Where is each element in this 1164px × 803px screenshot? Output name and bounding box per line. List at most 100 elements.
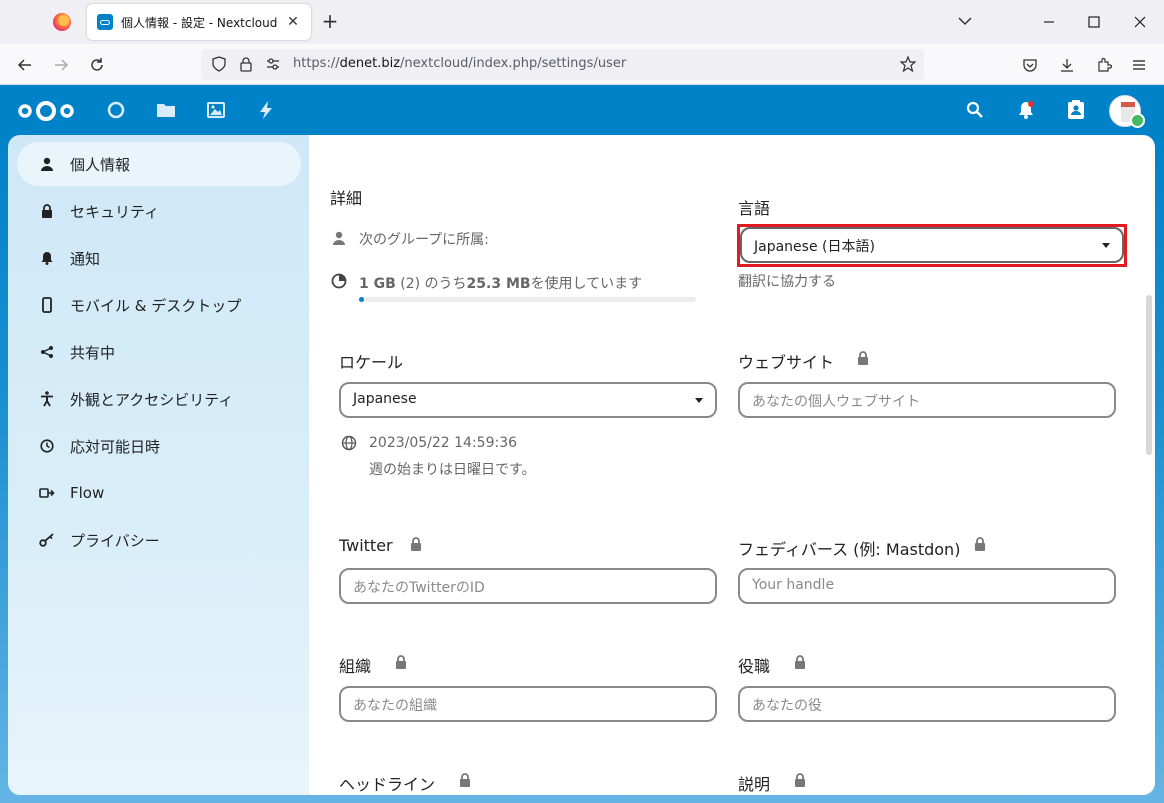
close-window-button[interactable]	[1128, 10, 1152, 34]
sidebar-item-label: 共有中	[70, 343, 116, 362]
sidebar-item-label: モバイル & デスクトップ	[70, 296, 242, 315]
quota-used: 25.3 MB	[466, 276, 531, 292]
visibility-lock-icon[interactable]	[410, 536, 422, 551]
flow-icon	[39, 485, 55, 501]
forward-button[interactable]	[48, 52, 74, 78]
extensions-icon[interactable]	[1091, 52, 1117, 78]
groups-label: 次のグループに所属:	[359, 232, 489, 248]
details-title: 詳細	[330, 189, 363, 208]
shield-icon[interactable]	[211, 56, 227, 76]
tab-title: 個人情報 - 設定 - Nextcloud	[121, 15, 278, 30]
bookmark-star-icon[interactable]	[899, 55, 917, 76]
firefox-view-tab[interactable]	[44, 6, 80, 38]
help-translate-link[interactable]: 翻訳に協力する	[738, 271, 836, 291]
url-path: /nextcloud/index.php/settings/user	[400, 56, 627, 71]
sidebar-item-sharing[interactable]: 共有中	[17, 330, 301, 374]
sidebar-item-availability[interactable]: 応対可能日時	[17, 424, 301, 468]
locale-select[interactable]: Japanese	[339, 382, 717, 418]
chevron-down-icon	[695, 398, 703, 403]
url-domain: denet.biz	[339, 56, 401, 71]
quota-count: (2)	[400, 276, 421, 292]
dashboard-icon[interactable]	[104, 98, 128, 122]
pocket-icon[interactable]	[1017, 52, 1043, 78]
language-title: 言語	[738, 199, 771, 218]
notifications-icon[interactable]	[1014, 98, 1038, 122]
bell-icon	[39, 250, 55, 266]
twitter-placeholder: あなたのTwitterのID	[353, 580, 485, 596]
sidebar-item-privacy[interactable]: プライバシー	[17, 518, 301, 562]
tab-list-chevron-down-icon[interactable]	[956, 12, 974, 30]
browser-tab-strip: 個人情報 - 設定 - Nextcloud ✕ +	[0, 0, 1164, 44]
quota-middle: のうち	[420, 276, 467, 292]
role-input[interactable]: あなたの役	[738, 686, 1116, 722]
downloads-icon[interactable]	[1054, 52, 1080, 78]
reload-button[interactable]	[84, 52, 110, 78]
sidebar-item-label: 個人情報	[70, 155, 131, 174]
new-tab-button[interactable]: +	[318, 10, 342, 34]
sidebar-item-security[interactable]: セキュリティ	[17, 189, 301, 233]
minimize-window-button[interactable]	[1037, 10, 1061, 34]
firefox-icon	[53, 13, 71, 31]
locale-value: Japanese	[353, 391, 417, 407]
visibility-lock-icon[interactable]	[794, 654, 806, 669]
online-status-icon	[1130, 113, 1145, 128]
sidebar-item-appearance[interactable]: 外観とアクセシビリティ	[17, 377, 301, 421]
phone-icon	[39, 297, 55, 313]
settings-sidebar: 個人情報 セキュリティ 通知 モバイル & デスクトップ 共有中 外観とアクセシ…	[8, 135, 309, 795]
app-menu-icon[interactable]	[1126, 52, 1152, 78]
nextcloud-header	[0, 85, 1164, 135]
highlight-box	[737, 224, 1127, 267]
organisation-title: 組織	[339, 657, 372, 676]
visibility-lock-icon[interactable]	[974, 536, 986, 551]
url-text[interactable]: https://denet.biz/nextcloud/index.php/se…	[293, 56, 626, 71]
url-scheme: https://	[293, 56, 340, 71]
organisation-input[interactable]: あなたの組織	[339, 686, 717, 722]
sidebar-item-notifications[interactable]: 通知	[17, 236, 301, 280]
role-title: 役職	[738, 657, 771, 676]
browser-navigation-bar: https://denet.biz/nextcloud/index.php/se…	[0, 44, 1164, 85]
lock-icon[interactable]	[238, 56, 254, 76]
share-icon	[39, 344, 55, 360]
locale-datetime: 2023/05/22 14:59:36	[369, 435, 518, 451]
activity-icon[interactable]	[254, 98, 278, 122]
globe-icon	[341, 435, 357, 455]
role-placeholder: あなたの役	[752, 698, 822, 714]
sidebar-item-label: Flow	[70, 484, 105, 502]
back-button[interactable]	[12, 52, 38, 78]
visibility-lock-icon[interactable]	[395, 654, 407, 669]
twitter-input[interactable]: あなたのTwitterのID	[339, 568, 717, 604]
twitter-title: Twitter	[339, 536, 393, 555]
accessibility-icon	[39, 391, 55, 407]
search-icon[interactable]	[963, 98, 987, 122]
quota-suffix: を使用しています	[530, 276, 643, 292]
tab-close-icon[interactable]: ✕	[285, 14, 301, 30]
quota-progress-bar	[359, 297, 696, 302]
photos-icon[interactable]	[204, 98, 228, 122]
sidebar-item-label: セキュリティ	[70, 202, 160, 221]
permissions-icon[interactable]	[265, 56, 281, 76]
biography-title: 説明	[738, 775, 771, 794]
quota-pie-icon	[331, 273, 347, 293]
sidebar-item-mobile-desktop[interactable]: モバイル & デスクトップ	[17, 283, 301, 327]
locale-title: ロケール	[339, 353, 404, 372]
quota-total: 1 GB	[359, 276, 396, 292]
visibility-lock-icon[interactable]	[857, 350, 869, 365]
visibility-lock-icon[interactable]	[459, 772, 471, 787]
fediverse-input[interactable]: Your handle	[738, 568, 1116, 604]
contacts-icon[interactable]	[1064, 98, 1088, 122]
sidebar-item-flow[interactable]: Flow	[17, 471, 301, 515]
personal-settings-main: 詳細 次のグループに所属: 1 GB (2) のうち25.3 MBを使用していま…	[309, 135, 1155, 795]
browser-tab-active[interactable]: 個人情報 - 設定 - Nextcloud ✕	[87, 4, 311, 40]
maximize-window-button[interactable]	[1082, 10, 1106, 34]
nextcloud-favicon-icon	[97, 14, 113, 30]
visibility-lock-icon[interactable]	[794, 772, 806, 787]
files-icon[interactable]	[154, 98, 178, 122]
website-input[interactable]: あなたの個人ウェブサイト	[738, 382, 1116, 418]
address-bar[interactable]: https://denet.biz/nextcloud/index.php/se…	[201, 49, 924, 80]
user-icon	[39, 156, 55, 172]
scrollbar[interactable]	[1146, 295, 1152, 455]
fediverse-title: フェディバース (例: Mastdon)	[738, 540, 961, 559]
website-title: ウェブサイト	[738, 353, 835, 372]
sidebar-item-personal-info[interactable]: 個人情報	[17, 142, 301, 186]
nextcloud-logo-icon[interactable]	[14, 97, 78, 125]
